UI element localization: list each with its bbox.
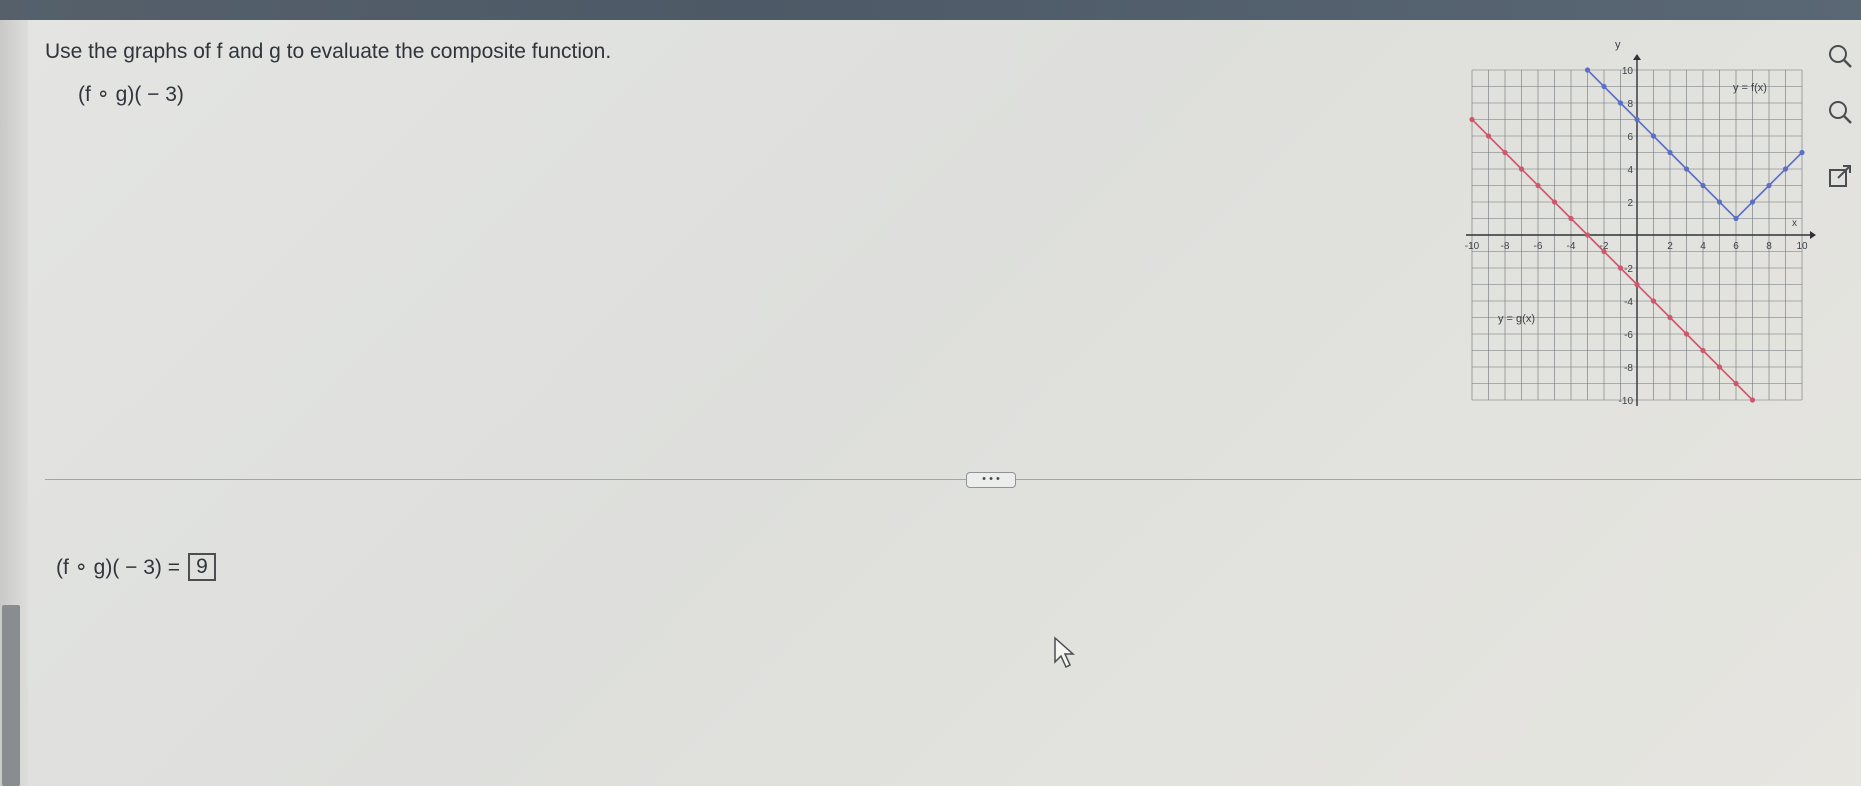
y-tick-label: 6 <box>1627 132 1633 143</box>
g-graph <box>1469 116 1756 403</box>
graph-axes <box>1466 54 1816 406</box>
f-graph-point <box>1683 166 1690 172</box>
f-graph-point <box>1617 100 1624 106</box>
g-graph-point <box>1733 380 1739 387</box>
f-graph-point <box>1584 67 1591 73</box>
answer-row: (f ∘ g)( − 3) = 9 <box>56 553 217 581</box>
x-tick-label: 8 <box>1766 241 1772 252</box>
top-bar <box>0 0 1861 20</box>
magnifier-plus-icon[interactable] <box>1824 40 1856 72</box>
f-graph-point <box>1650 133 1657 139</box>
f-graph-point <box>1634 116 1640 123</box>
graph: -10 -8 -6 -4 -2 2 4 6 8 10108642-2-4-6-8-10 y = f… <box>1465 39 1816 407</box>
f-graph-point <box>1782 166 1789 172</box>
f-graph-point <box>1799 149 1805 156</box>
show-more-button[interactable]: • • • <box>966 472 1016 488</box>
g-graph-point <box>1650 298 1657 304</box>
answer-input[interactable]: 9 <box>188 553 217 581</box>
x-tick-label: 10 <box>1796 241 1808 252</box>
f-graph-point <box>1667 149 1673 156</box>
g-graph-point <box>1634 281 1640 288</box>
question-expression: (f ∘ g)( − 3) <box>78 83 184 106</box>
g-graph-point <box>1749 397 1756 403</box>
g-graph-point <box>1485 133 1492 139</box>
x-axis-arrow <box>1810 231 1816 239</box>
f-graph-point <box>1749 199 1756 205</box>
g-graph-point <box>1502 149 1508 156</box>
x-tick-label: 4 <box>1700 241 1706 252</box>
g-graph-point <box>1518 166 1525 172</box>
g-graph-point <box>1568 215 1574 222</box>
scrollbar-handle[interactable] <box>2 605 20 786</box>
section-divider <box>45 479 1861 480</box>
y-tick-label: -6 <box>1624 330 1633 341</box>
y-axis-label: y <box>1615 39 1621 51</box>
f-graph-point <box>1601 83 1607 90</box>
g-graph-point <box>1601 248 1607 255</box>
g-graph-label: y = g(x) <box>1498 313 1535 325</box>
g-graph-point <box>1667 314 1673 321</box>
graph-tools <box>1820 40 1860 200</box>
x-tick-label: -8 <box>1501 241 1510 252</box>
x-tick-label: -10 <box>1465 241 1480 252</box>
y-tick-label: 2 <box>1627 198 1633 209</box>
g-graph-line <box>1471 118 1754 401</box>
x-tick-label: -4 <box>1567 241 1576 252</box>
f-graph-point <box>1700 182 1706 189</box>
g-graph-point <box>1469 116 1475 123</box>
g-graph-point <box>1535 182 1541 189</box>
g-graph-point <box>1700 347 1706 354</box>
y-tick-label: 8 <box>1627 99 1633 110</box>
x-tick-label: 2 <box>1667 241 1673 252</box>
f-graph-point <box>1766 182 1772 189</box>
question-prompt: Use the graphs of f and g to evaluate th… <box>45 40 612 63</box>
y-axis-arrow <box>1633 54 1641 60</box>
y-tick-label: -8 <box>1624 363 1633 374</box>
f-graph-point <box>1733 215 1739 222</box>
g-graph-point <box>1617 265 1624 271</box>
x-tick-label: -6 <box>1534 241 1543 252</box>
f-graph-line <box>1586 69 1803 220</box>
g-graph-point <box>1551 199 1558 205</box>
mouse-cursor-icon <box>1054 636 1075 669</box>
g-graph-point <box>1716 364 1723 370</box>
popout-icon[interactable] <box>1824 162 1856 194</box>
y-tick-label: -4 <box>1624 297 1633 308</box>
x-tick-label: 6 <box>1733 241 1739 252</box>
g-graph-point <box>1584 232 1591 238</box>
magnifier-minus-icon[interactable] <box>1824 96 1856 128</box>
y-tick-label: 4 <box>1627 165 1633 176</box>
answer-expression: (f ∘ g)( − 3) = <box>56 555 181 579</box>
g-graph-point <box>1683 331 1690 337</box>
y-tick-label: -10 <box>1619 396 1634 407</box>
y-tick-label: 10 <box>1622 66 1634 77</box>
f-graph-point <box>1716 199 1723 205</box>
f-graph <box>1584 67 1805 222</box>
f-graph-label: y = f(x) <box>1733 82 1767 94</box>
x-axis-label: x <box>1792 218 1797 229</box>
